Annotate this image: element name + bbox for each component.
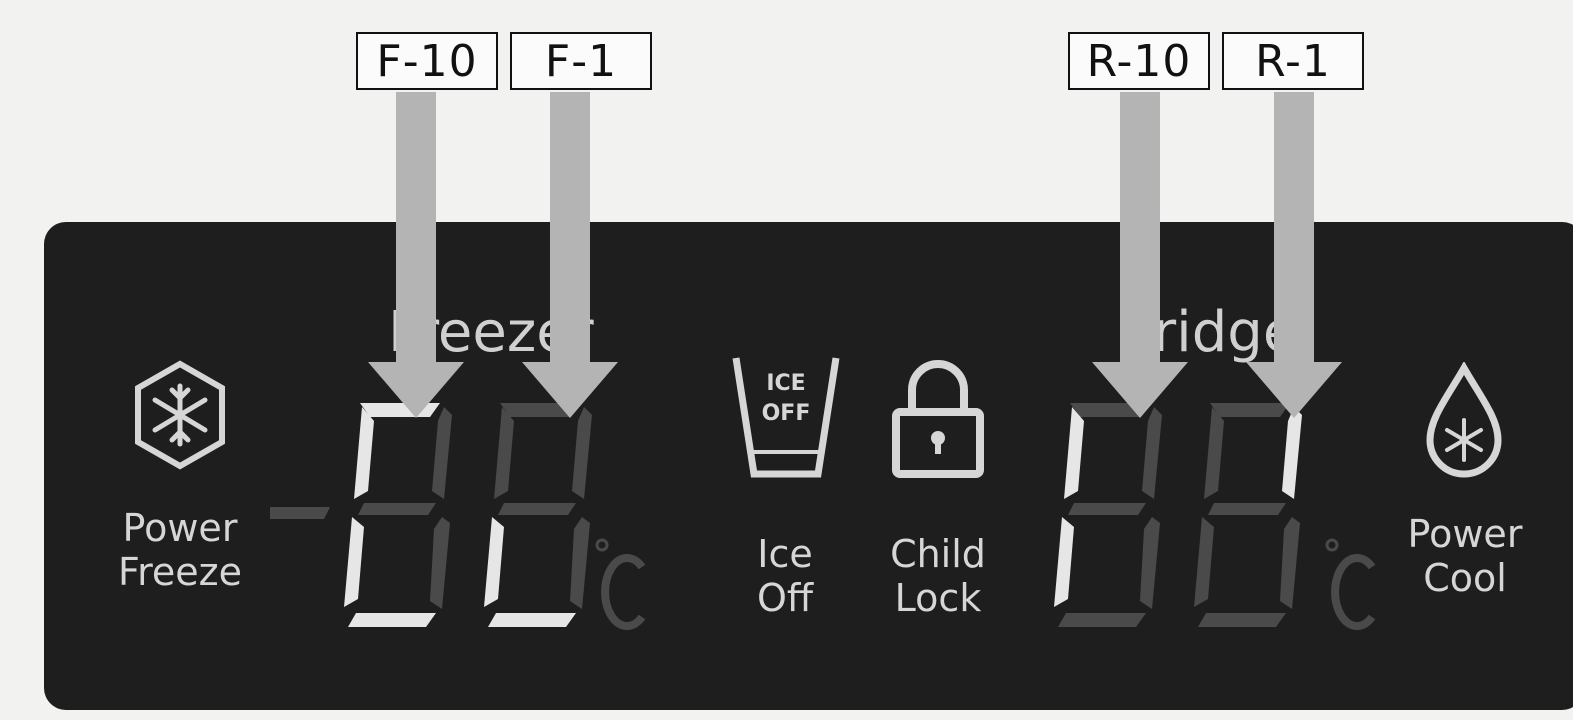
fridge-digit-1-segment-d <box>1058 613 1146 627</box>
ice-icon-text-top: ICE <box>766 371 805 396</box>
ice-icon-text-bottom: OFF <box>762 401 811 426</box>
freezer-digit-1-segment-g <box>358 503 436 515</box>
lock-icon[interactable] <box>888 352 988 484</box>
power-cool-label: Power Cool <box>1407 512 1523 600</box>
fridge-digit-1-segment-g <box>1068 503 1146 515</box>
freezer-digit-1-segment-e <box>344 517 364 607</box>
freezer-digit-2-segment-g <box>498 503 576 515</box>
callout-r-10: R-10 <box>1068 32 1210 90</box>
fridge-digit-1-segment-c <box>1140 517 1160 609</box>
freezer-digit-2-segment-d <box>488 613 576 627</box>
arrow-r-10 <box>1092 92 1188 418</box>
arrow-f-1 <box>522 92 618 418</box>
callout-r-1: R-1 <box>1222 32 1364 90</box>
freezer-digit-2-segment-e <box>484 517 504 607</box>
freezer-digit-2-segment-b <box>572 407 592 499</box>
fridge-digit-2-segment-e <box>1194 517 1214 607</box>
snowflake-icon[interactable] <box>128 358 232 474</box>
freezer-digit-1-segment-c <box>430 517 450 609</box>
arrow-r-1 <box>1246 92 1342 418</box>
freezer-digit-1-segment-f <box>354 407 374 499</box>
fridge-digit-2-segment-d <box>1198 613 1286 627</box>
fridge-digit-2-segment-f <box>1204 407 1224 499</box>
fridge-digit-2-segment-c <box>1280 517 1300 609</box>
freezer-digit-2-segment-f <box>494 407 514 499</box>
fridge-digit-1-segment-f <box>1064 407 1084 499</box>
arrow-f-10 <box>368 92 464 418</box>
fridge-temperature-display <box>1054 403 1376 630</box>
callout-f-1: F-1 <box>510 32 652 90</box>
child-lock-label: Child Lock <box>890 532 986 620</box>
fridge-digit-1-segment-b <box>1142 407 1162 499</box>
fridge-digit-2-segment-b <box>1282 407 1302 499</box>
water-drop-icon[interactable] <box>1418 362 1510 482</box>
freezer-digit-2-segment-c <box>570 517 590 609</box>
power-freeze-label: Power Freeze <box>118 506 242 594</box>
callout-f-10: F-10 <box>356 32 498 90</box>
fridge-digit-2-segment-g <box>1208 503 1286 515</box>
freezer-digit-1-segment-d <box>348 613 436 627</box>
ice-off-label: Ice Off <box>756 532 814 620</box>
freezer-digit-1-segment-b <box>432 407 452 499</box>
fridge-digit-1-segment-e <box>1054 517 1074 607</box>
ice-cup-icon[interactable]: ICE OFF <box>728 352 844 484</box>
freezer-minus-segment <box>270 507 330 519</box>
freezer-temperature-display <box>270 403 646 630</box>
